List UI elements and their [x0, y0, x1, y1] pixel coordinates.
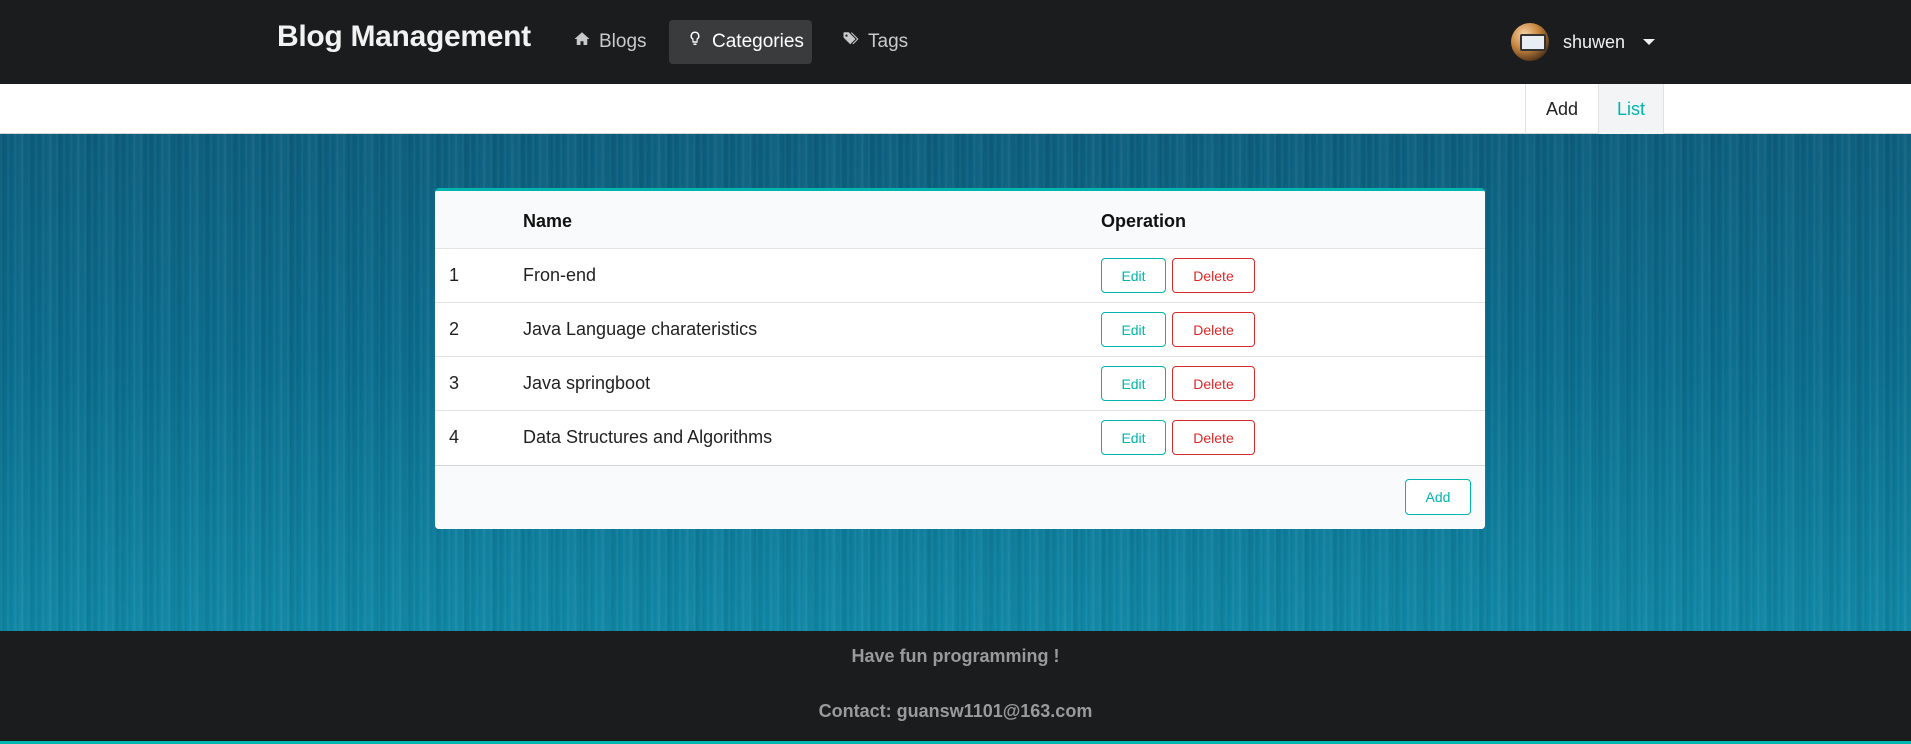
table-footer: Add — [435, 465, 1485, 529]
edit-button[interactable]: Edit — [1101, 366, 1166, 401]
user-dropdown[interactable]: shuwen — [1511, 22, 1656, 62]
secondary-menu: Add List — [0, 84, 1911, 134]
row-index: 2 — [449, 319, 460, 339]
edit-button[interactable]: Edit — [1101, 312, 1166, 347]
user-name: shuwen — [1563, 31, 1626, 52]
row-index: 1 — [449, 265, 460, 285]
page-footer: Have fun programming ! Contact: guansw11… — [0, 631, 1911, 744]
row-name: Fron-end — [523, 265, 597, 285]
nav-item-label: Categories — [712, 31, 804, 52]
table-row: 3 Java springboot Edit Delete — [435, 357, 1485, 411]
top-menu: Blog Management Blogs Categories Tags sh… — [0, 0, 1911, 84]
nav-item-tags[interactable]: Tags — [825, 20, 925, 64]
table-row: 4 Data Structures and Algorithms Edit De… — [435, 411, 1485, 465]
delete-button[interactable]: Delete — [1172, 366, 1255, 401]
submenu-add[interactable]: Add — [1525, 84, 1598, 134]
row-index: 3 — [449, 373, 460, 393]
edit-button[interactable]: Edit — [1101, 258, 1166, 293]
edit-button[interactable]: Edit — [1101, 420, 1166, 455]
row-name: Java Language charateristics — [523, 319, 758, 339]
row-name: Java springboot — [523, 373, 651, 393]
column-header-operation: Operation — [1101, 211, 1187, 231]
add-category-button[interactable]: Add — [1405, 479, 1471, 515]
nav-item-categories[interactable]: Categories — [669, 20, 812, 64]
categories-table: Name Operation 1 Fron-end Edit Delete 2 … — [435, 188, 1485, 529]
row-index: 4 — [449, 427, 460, 447]
table-row: 1 Fron-end Edit Delete — [435, 249, 1485, 303]
tags-icon — [842, 30, 860, 54]
table-row: 2 Java Language charateristics Edit Dele… — [435, 303, 1485, 357]
brand-title: Blog Management — [277, 20, 531, 53]
footer-tagline: Have fun programming ! — [851, 646, 1060, 666]
delete-button[interactable]: Delete — [1172, 312, 1255, 347]
footer-contact: Contact: guansw1101@163.com — [818, 701, 1093, 721]
caret-down-icon — [1643, 39, 1656, 45]
row-name: Data Structures and Algorithms — [523, 427, 773, 447]
delete-button[interactable]: Delete — [1172, 258, 1255, 293]
home-icon — [573, 30, 591, 54]
nav-item-label: Tags — [868, 31, 909, 52]
table-header: Name Operation — [435, 191, 1485, 249]
column-header-name: Name — [523, 211, 573, 231]
submenu-list[interactable]: List — [1598, 84, 1664, 134]
lightbulb-icon — [686, 30, 704, 54]
avatar — [1511, 23, 1549, 61]
delete-button[interactable]: Delete — [1172, 420, 1255, 455]
nav-item-blogs[interactable]: Blogs — [556, 20, 664, 64]
nav-item-label: Blogs — [599, 31, 647, 52]
